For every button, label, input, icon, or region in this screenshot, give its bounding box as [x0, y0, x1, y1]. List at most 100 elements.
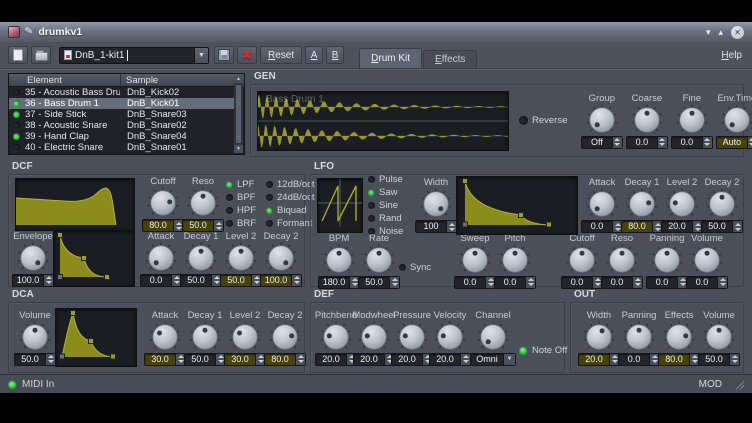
knob-dial[interactable]	[189, 321, 221, 353]
list-scrollbar[interactable]: ▲ ▼	[234, 75, 243, 153]
spin-down-icon[interactable]	[46, 281, 52, 284]
value-spinbox[interactable]: 50.0	[220, 274, 262, 287]
spin-up-icon[interactable]	[216, 222, 222, 225]
spin-up-icon[interactable]	[695, 223, 701, 226]
spin-down-icon[interactable]	[218, 360, 224, 363]
spin-down-icon[interactable]	[595, 283, 601, 286]
knob-dial[interactable]	[631, 104, 663, 136]
spin-up-icon[interactable]	[214, 276, 220, 279]
dcf-envelope-graph[interactable]	[53, 230, 135, 287]
spin-down-icon[interactable]	[615, 228, 621, 231]
maximize-icon[interactable]: ▴	[718, 26, 723, 38]
value-spinbox[interactable]: 20.0	[661, 220, 703, 233]
value-spinbox[interactable]: 80.0	[264, 353, 306, 366]
spin-down-icon[interactable]	[392, 283, 398, 286]
spin-up-icon[interactable]	[635, 278, 641, 281]
value-spinbox[interactable]: 20.0	[429, 353, 471, 366]
help-button[interactable]: Help	[721, 50, 744, 61]
radio-bpf[interactable]: BPF	[226, 192, 262, 203]
spin-up-icon[interactable]	[732, 355, 738, 358]
spin-down-icon[interactable]	[695, 228, 701, 231]
spin-down-icon[interactable]	[48, 360, 54, 363]
spin-up-icon[interactable]	[298, 355, 304, 358]
spin-up-icon[interactable]	[704, 138, 710, 141]
tab-effects[interactable]: Effects	[423, 50, 477, 68]
value-spinbox[interactable]: 0.0	[601, 276, 643, 289]
spin-up-icon[interactable]	[174, 276, 180, 279]
spinbox-arrows[interactable]	[702, 137, 712, 148]
knob-dial[interactable]	[145, 242, 177, 274]
spin-down-icon[interactable]	[732, 360, 738, 363]
close-icon[interactable]: ✕	[731, 26, 744, 39]
knob-dial[interactable]	[358, 321, 390, 353]
spin-down-icon[interactable]	[178, 360, 184, 363]
knob-dial[interactable]	[185, 242, 217, 274]
spin-down-icon[interactable]	[635, 283, 641, 286]
knob-dial[interactable]	[323, 244, 355, 276]
value-spinbox[interactable]: 0.0	[686, 276, 728, 289]
value-spinbox[interactable]: 50.0	[14, 353, 56, 366]
spin-up-icon[interactable]	[680, 278, 686, 281]
spinbox-arrows[interactable]	[525, 277, 535, 288]
spin-down-icon[interactable]	[659, 143, 665, 146]
column-header-element[interactable]: Element	[9, 74, 121, 86]
knob-dial[interactable]	[666, 188, 698, 220]
spin-down-icon[interactable]	[735, 228, 741, 231]
lfo-envelope-graph[interactable]	[456, 176, 578, 235]
value-spinbox[interactable]: 0.0	[671, 136, 713, 149]
knob-dial[interactable]	[265, 242, 297, 274]
sample-waveform-display[interactable]: Bass Drum 1	[257, 91, 509, 151]
spin-up-icon[interactable]	[392, 278, 398, 281]
spin-down-icon[interactable]	[352, 283, 358, 286]
spin-up-icon[interactable]	[612, 355, 618, 358]
spin-down-icon[interactable]	[254, 281, 260, 284]
spin-down-icon[interactable]	[449, 228, 455, 231]
spin-down-icon[interactable]	[652, 360, 658, 363]
column-header-sample[interactable]: Sample	[121, 74, 244, 86]
knob-dial[interactable]	[706, 188, 738, 220]
spin-down-icon[interactable]	[680, 283, 686, 286]
spinbox-arrows[interactable]	[43, 275, 53, 286]
knob-dial[interactable]	[363, 244, 395, 276]
spin-down-icon[interactable]	[174, 281, 180, 284]
knob-dial[interactable]	[187, 187, 219, 219]
preset-dropdown-arrow[interactable]: ▼	[194, 48, 208, 63]
spin-down-icon[interactable]	[692, 360, 698, 363]
knob-dial[interactable]	[676, 104, 708, 136]
sync-checkbox[interactable]: Sync	[399, 262, 449, 273]
channel-dropdown[interactable]: Omni▼	[470, 353, 516, 366]
spin-down-icon[interactable]	[214, 281, 220, 284]
value-spinbox[interactable]: Off	[581, 136, 623, 149]
spin-up-icon[interactable]	[488, 278, 494, 281]
list-row[interactable]: 37 - Side Stick DnB_Snare03	[9, 109, 234, 120]
spin-down-icon[interactable]	[176, 227, 182, 230]
value-spinbox[interactable]: 30.0	[224, 353, 266, 366]
knob-dial[interactable]	[566, 244, 598, 276]
spinbox-arrows[interactable]	[213, 220, 223, 231]
scroll-thumb[interactable]	[235, 84, 242, 144]
spin-down-icon[interactable]	[463, 360, 469, 363]
knob-dial[interactable]	[703, 321, 735, 353]
spin-up-icon[interactable]	[720, 278, 726, 281]
spin-up-icon[interactable]	[352, 278, 358, 281]
spin-down-icon[interactable]	[258, 360, 264, 363]
radio-formant[interactable]: Formant	[266, 218, 316, 229]
spin-up-icon[interactable]	[528, 278, 534, 281]
radio-hpf[interactable]: HPF	[226, 205, 262, 216]
value-spinbox[interactable]: 50.0	[180, 274, 222, 287]
value-spinbox[interactable]: 0.0	[454, 276, 496, 289]
preset-b-button[interactable]: B	[326, 46, 344, 64]
list-row[interactable]: 36 - Bass Drum 1 DnB_Kick01	[9, 98, 234, 109]
scroll-down-icon[interactable]: ▼	[234, 145, 243, 153]
value-spinbox[interactable]: 0.0	[561, 276, 603, 289]
spin-up-icon[interactable]	[652, 355, 658, 358]
spinbox-arrows[interactable]	[446, 221, 456, 232]
spinbox-arrows[interactable]	[657, 137, 667, 148]
spin-up-icon[interactable]	[218, 355, 224, 358]
spin-up-icon[interactable]	[178, 355, 184, 358]
value-spinbox[interactable]: 50.0	[358, 276, 400, 289]
spin-down-icon[interactable]	[294, 281, 300, 284]
knob-dial[interactable]	[434, 321, 466, 353]
knob-dial[interactable]	[420, 188, 452, 220]
spin-up-icon[interactable]	[659, 138, 665, 141]
